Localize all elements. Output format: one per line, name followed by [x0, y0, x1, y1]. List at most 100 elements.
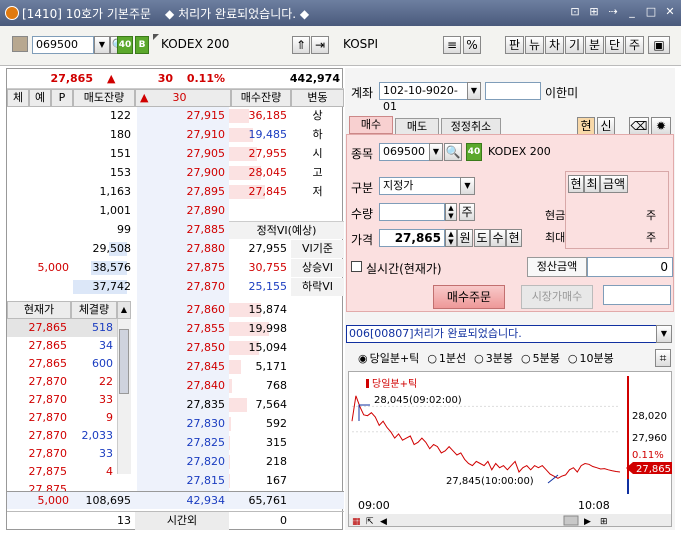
bid-price[interactable]: 27,855 — [135, 320, 229, 338]
market-buy-button[interactable]: 시장가매수 — [521, 285, 593, 309]
realtime-checkbox[interactable] — [351, 261, 362, 272]
totals-row: 5,000 108,695 42,934 65,761 — [7, 491, 344, 509]
zoom-icon[interactable]: ⊞ — [600, 517, 608, 527]
side-btn-2[interactable]: 신 — [597, 117, 615, 135]
tab-buy[interactable]: 매수 — [349, 116, 393, 134]
menu-icon[interactable]: ≡ — [443, 36, 461, 54]
opt-radio-1-icon[interactable]: ◉ — [358, 352, 368, 365]
bid-price[interactable]: 27,820 — [135, 453, 229, 471]
bid-price[interactable]: 27,825 — [135, 434, 229, 452]
chart-cursor-icon[interactable]: ⇱ — [366, 517, 374, 527]
arrow-icon[interactable]: ⇢ — [606, 5, 620, 19]
ask-price[interactable]: 27,875 — [135, 259, 229, 277]
trade-row: 27,870 33 — [7, 445, 117, 463]
ask-price[interactable]: 27,910 — [135, 126, 229, 144]
qty-input[interactable] — [379, 203, 445, 221]
tb-btn-6[interactable]: 단 — [605, 36, 624, 54]
right-btn-1[interactable]: 현 — [568, 175, 584, 193]
tb-btn-1[interactable]: 판 — [505, 36, 524, 54]
scroll-up-icon[interactable]: ▲ — [117, 301, 131, 319]
bid-price[interactable]: 27,845 — [135, 358, 229, 376]
status-dropdown-icon[interactable]: ▼ — [656, 325, 672, 343]
tb-btn-3[interactable]: 차 — [545, 36, 564, 54]
ask-price[interactable]: 27,890 — [135, 202, 229, 220]
qty-unit-button[interactable]: 주 — [459, 203, 475, 221]
minimize-icon[interactable]: _ — [625, 5, 639, 19]
badge-b[interactable]: B — [135, 36, 149, 54]
right-btn-3[interactable]: 금액 — [600, 175, 628, 193]
form-search-icon[interactable]: 🔍 — [444, 143, 462, 161]
ask-price[interactable]: 27,895 — [135, 183, 229, 201]
link-icon[interactable]: ⊞ — [587, 5, 601, 19]
bid-price[interactable]: 27,830 — [135, 415, 229, 433]
ask-price[interactable]: 27,915 — [135, 107, 229, 125]
opt-radio-3-icon[interactable]: ○ — [474, 352, 484, 365]
bid-price[interactable]: 27,850 — [135, 339, 229, 357]
tb-btn-2[interactable]: 뉴 — [525, 36, 544, 54]
price-btn-3[interactable]: 현 — [506, 229, 522, 247]
monitor-icon[interactable]: ▣ — [648, 36, 670, 54]
next-icon[interactable]: ⇥ — [311, 36, 329, 54]
form-dropdown-icon[interactable]: ▼ — [429, 143, 443, 161]
ask-price[interactable]: 27,870 — [135, 278, 229, 296]
chart-scroll-thumb[interactable] — [563, 515, 579, 526]
type-dropdown-icon[interactable]: ▼ — [460, 177, 475, 195]
chart-logo-icon[interactable]: ▦ — [352, 517, 361, 527]
form-badge[interactable]: 40 — [466, 143, 482, 161]
hdr-c[interactable]: P — [51, 89, 73, 107]
trades-header: 현재가 체결량 ▲ — [7, 301, 344, 319]
price-input[interactable]: 27,865 — [379, 229, 445, 247]
chart-scrollbar[interactable] — [349, 514, 671, 526]
ask-price[interactable]: 27,905 — [135, 145, 229, 163]
qty-stepper-icon[interactable]: ▲ ▼ — [445, 203, 457, 221]
aux-input[interactable] — [603, 285, 671, 305]
bid-price[interactable]: 27,840 — [135, 377, 229, 395]
up-arrow-icon[interactable]: ⇑ — [292, 36, 310, 54]
side-btn-1[interactable]: 현 — [577, 117, 595, 135]
opt-2[interactable]: 1분선 — [439, 350, 466, 366]
percent-button[interactable]: % — [463, 36, 481, 54]
opt-radio-4-icon[interactable]: ○ — [521, 352, 531, 365]
hdr-a[interactable]: 체 — [7, 89, 29, 107]
tb-btn-7[interactable]: 주 — [625, 36, 644, 54]
account-dropdown-icon[interactable]: ▼ — [467, 82, 481, 100]
x-label-start: 09:00 — [358, 499, 390, 512]
bid-price[interactable]: 27,815 — [135, 472, 229, 490]
settings-icon[interactable]: ✹ — [651, 117, 671, 135]
tb-btn-5[interactable]: 분 — [585, 36, 604, 54]
hdr-b[interactable]: 예 — [29, 89, 51, 107]
price-stepper-icon[interactable]: ▲ ▼ — [445, 229, 457, 247]
price-unit[interactable]: 원 — [457, 229, 473, 247]
chart-mode-icon[interactable]: ⌗ — [655, 349, 671, 367]
bid-price[interactable]: 27,835 — [135, 396, 229, 414]
tb-btn-4[interactable]: 기 — [565, 36, 584, 54]
ask-price[interactable]: 27,885 — [135, 221, 229, 239]
pin-icon[interactable]: ⊡ — [568, 5, 582, 19]
opt-radio-2-icon[interactable]: ○ — [427, 352, 437, 365]
account-number[interactable]: 102-10-9020-01 — [379, 82, 471, 113]
price-btn-2[interactable]: 수 — [490, 229, 506, 247]
right-btn-2[interactable]: 최 — [584, 175, 600, 193]
scroll-right-icon[interactable]: ▶ — [584, 517, 591, 527]
ask-price[interactable]: 27,900 — [135, 164, 229, 182]
opt-3[interactable]: 3분봉 — [486, 350, 513, 366]
opt-4[interactable]: 5분봉 — [533, 350, 560, 366]
hdr-arrow: ▲ — [140, 91, 149, 104]
price-btn-1[interactable]: 도 — [474, 229, 490, 247]
buy-order-button[interactable]: 매수주문 — [433, 285, 505, 309]
color-swatch-icon[interactable] — [12, 36, 28, 52]
ask-price[interactable]: 27,880 — [135, 240, 229, 258]
maximize-icon[interactable]: □ — [644, 5, 658, 19]
dropdown-icon[interactable]: ▼ — [94, 36, 110, 54]
badge-40[interactable]: 40 — [117, 36, 133, 54]
opt-radio-5-icon[interactable]: ○ — [568, 352, 578, 365]
password-input[interactable] — [485, 82, 541, 100]
opt-5[interactable]: 10분봉 — [580, 350, 614, 366]
close-icon[interactable]: ✕ — [663, 5, 677, 19]
scroll-left-icon[interactable]: ◀ — [380, 517, 387, 527]
scroll-thumb[interactable] — [119, 329, 129, 394]
opt-1[interactable]: 당일분+틱 — [370, 350, 420, 366]
stock-name: KODEX 200 — [161, 37, 230, 51]
eraser-icon[interactable]: ⌫ — [629, 117, 649, 135]
stock-code-input[interactable]: 069500 — [32, 36, 94, 54]
